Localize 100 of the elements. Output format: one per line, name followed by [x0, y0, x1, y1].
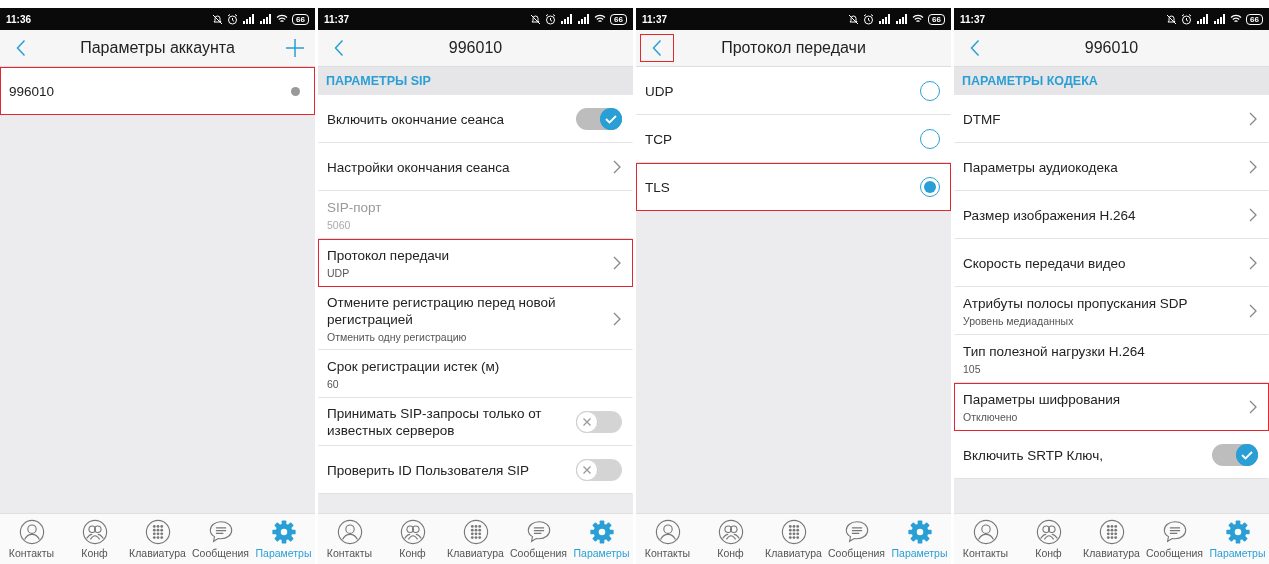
nav-tab[interactable]: Клавиатура	[762, 514, 825, 564]
toggle-switch[interactable]	[576, 108, 622, 130]
wifi-icon	[594, 14, 607, 24]
signal-icon	[259, 14, 273, 24]
status-time: 11:37	[642, 13, 668, 25]
chevron-right-icon	[1248, 303, 1258, 319]
battery-indicator: 66	[928, 13, 945, 25]
add-button[interactable]	[283, 36, 307, 60]
setting-value: 60	[327, 378, 340, 390]
toggle-switch[interactable]	[1212, 444, 1258, 466]
nav-tab[interactable]: Конф	[381, 514, 444, 564]
setting-row[interactable]: Параметры шифрования Отключено	[954, 383, 1269, 431]
battery-indicator: 66	[1246, 13, 1263, 25]
setting-row[interactable]: Принимать SIP-запросы только от известных серверов	[318, 398, 633, 446]
battery-indicator: 66	[292, 13, 309, 25]
section-header: ПАРАМЕТРЫ SIP	[318, 67, 633, 95]
nav-tab[interactable]: Сообщения	[1143, 514, 1206, 564]
setting-row[interactable]: DTMF	[954, 95, 1269, 143]
radio-button[interactable]	[920, 177, 940, 197]
nav-tab[interactable]: Сообщения	[189, 514, 252, 564]
signal-icon	[577, 14, 591, 24]
section-header: ПАРАМЕТРЫ КОДЕКА	[954, 67, 1269, 95]
nav-tab[interactable]: Клавиатура	[126, 514, 189, 564]
nav-tab[interactable]: Контакты	[954, 514, 1017, 564]
chevron-right-icon	[1248, 159, 1258, 175]
setting-row[interactable]: Включить окончание сеанса	[318, 95, 633, 143]
keypad-icon	[780, 519, 807, 545]
nav-tab[interactable]: Контакты	[318, 514, 381, 564]
nav-tab[interactable]: Контакты	[636, 514, 699, 564]
setting-label: Скорость передачи видео	[963, 254, 1127, 272]
setting-row[interactable]: Размер изображения H.264	[954, 191, 1269, 239]
chat-bubble-icon	[207, 519, 234, 545]
setting-row[interactable]: Срок регистрации истек (м) 60	[318, 350, 633, 398]
chevron-right-icon	[1248, 399, 1258, 415]
setting-label: Протокол передачи	[327, 247, 451, 264]
nav-tab[interactable]: Конф	[63, 514, 126, 564]
alarm-clock-icon	[863, 13, 875, 25]
chevron-right-icon	[1248, 207, 1258, 223]
back-icon	[652, 39, 662, 57]
wifi-icon	[1230, 14, 1243, 24]
settings-icon	[906, 519, 933, 545]
nav-tab[interactable]: Конф	[699, 514, 762, 564]
alarm-clock-icon	[545, 13, 557, 25]
signal-icon	[560, 14, 574, 24]
setting-row[interactable]: Протокол передачи UDP	[318, 239, 633, 287]
keypad-icon	[462, 519, 489, 545]
radio-button[interactable]	[920, 81, 940, 101]
setting-label: Принимать SIP-запросы только от известных серверов	[327, 405, 543, 439]
chevron-right-icon	[1248, 255, 1258, 271]
setting-label: UDP	[645, 82, 675, 100]
setting-row[interactable]: TLS	[636, 163, 951, 211]
setting-row[interactable]: TCP	[636, 115, 951, 163]
setting-label: Размер изображения H.264	[963, 206, 1137, 224]
setting-label: Проверить ID Пользователя SIP	[327, 461, 530, 479]
nav-tab[interactable]: Клавиатура	[444, 514, 507, 564]
nav-tab[interactable]: Сообщения	[825, 514, 888, 564]
chat-bubble-icon	[525, 519, 552, 545]
setting-value: Уровень медиаданных	[963, 315, 1075, 327]
setting-row[interactable]: Тип полезной нагрузки H.264 105	[954, 335, 1269, 383]
plus-icon	[283, 36, 307, 60]
contacts-icon	[972, 519, 999, 545]
setting-row[interactable]: Атрибуты полосы пропускания SDP Уровень медиаданных	[954, 287, 1269, 335]
settings-icon	[270, 519, 297, 545]
chevron-right-icon	[612, 310, 622, 327]
chat-bubble-icon	[843, 519, 870, 545]
setting-label: Срок регистрации истек (м)	[327, 358, 501, 375]
contacts-icon	[336, 519, 363, 545]
setting-row[interactable]: Скорость передачи видео	[954, 239, 1269, 287]
signal-icon	[1213, 14, 1227, 24]
radio-button[interactable]	[920, 129, 940, 149]
setting-label: Настройки окончания сеанса	[327, 158, 511, 176]
mute-icon	[1166, 13, 1178, 25]
back-button[interactable]	[640, 34, 674, 62]
setting-value: Отключено	[963, 411, 1019, 423]
nav-tab[interactable]: Клавиатура	[1080, 514, 1143, 564]
settings-icon	[588, 519, 615, 545]
setting-row[interactable]: Настройки окончания сеанса	[318, 143, 633, 191]
screen-title: Параметры аккаунта	[79, 39, 236, 57]
wifi-icon	[276, 14, 289, 24]
status-time: 11:37	[960, 13, 986, 25]
setting-label: TCP	[645, 130, 673, 148]
back-icon	[970, 39, 980, 57]
keypad-icon	[1098, 519, 1125, 545]
alarm-clock-icon	[227, 13, 239, 25]
setting-row[interactable]: Проверить ID Пользователя SIP	[318, 446, 633, 494]
nav-tab[interactable]: Контакты	[0, 514, 63, 564]
toggle-switch[interactable]	[576, 411, 622, 433]
setting-row[interactable]: UDP	[636, 67, 951, 115]
toggle-switch[interactable]	[576, 459, 622, 481]
setting-row[interactable]: Включить SRTP Ключ,	[954, 431, 1269, 479]
nav-tab[interactable]: Конф	[1017, 514, 1080, 564]
status-time: 11:36	[6, 13, 32, 25]
setting-row[interactable]: Отмените регистрацию перед новой регистрацией Отменить одну регистрацию	[318, 287, 633, 350]
mute-icon	[848, 13, 860, 25]
mute-icon	[212, 13, 224, 25]
setting-row[interactable]: Параметры аудиокодека	[954, 143, 1269, 191]
setting-value: 105	[963, 363, 982, 375]
group-icon	[717, 519, 744, 545]
setting-row[interactable]: 996010	[0, 67, 315, 115]
nav-tab[interactable]: Сообщения	[507, 514, 570, 564]
